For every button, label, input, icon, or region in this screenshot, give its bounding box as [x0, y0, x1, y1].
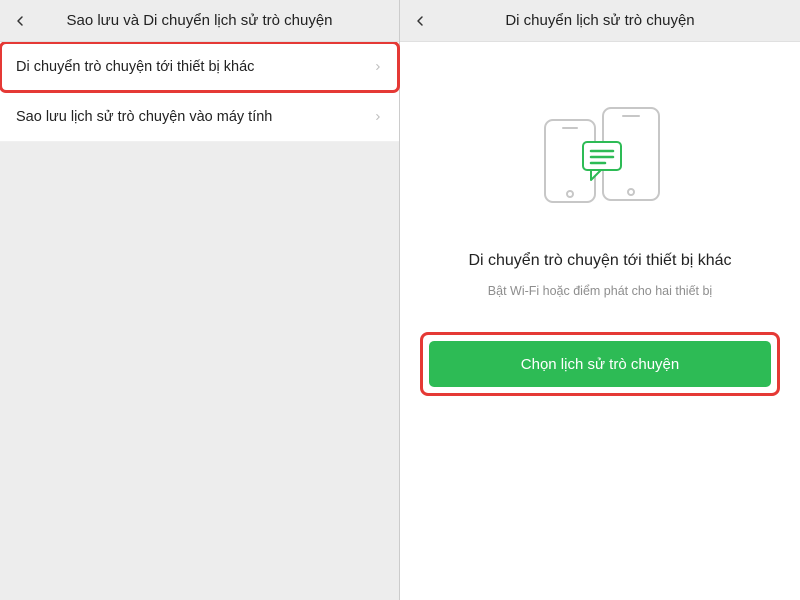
back-button[interactable]	[0, 0, 40, 42]
button-label: Chọn lịch sử trò chuyện	[521, 356, 679, 373]
right-screen: Di chuyển lịch sử trò chuyện	[400, 0, 800, 600]
devices-illustration-icon	[525, 102, 675, 212]
right-header-title: Di chuyển lịch sử trò chuyện	[400, 12, 800, 29]
row-label: Sao lưu lịch sử trò chuyện vào máy tính	[16, 109, 272, 125]
left-empty-area	[0, 142, 399, 600]
back-button[interactable]	[400, 0, 440, 42]
chevron-left-icon	[412, 13, 428, 29]
chevron-right-icon	[373, 61, 383, 73]
row-label: Di chuyển trò chuyện tới thiết bị khác	[16, 59, 254, 75]
left-screen: Sao lưu và Di chuyển lịch sử trò chuyện …	[0, 0, 400, 600]
highlight-box: Chọn lịch sử trò chuyện	[420, 332, 780, 396]
settings-list: Di chuyển trò chuyện tới thiết bị khác S…	[0, 42, 399, 142]
chevron-left-icon	[12, 13, 28, 29]
migrate-title: Di chuyển trò chuyện tới thiết bị khác	[468, 252, 731, 270]
row-migrate-to-device[interactable]: Di chuyển trò chuyện tới thiết bị khác	[0, 42, 399, 92]
right-content: Di chuyển trò chuyện tới thiết bị khác B…	[400, 42, 800, 600]
left-header: Sao lưu và Di chuyển lịch sử trò chuyện	[0, 0, 399, 42]
right-header: Di chuyển lịch sử trò chuyện	[400, 0, 800, 42]
left-header-title: Sao lưu và Di chuyển lịch sử trò chuyện	[0, 12, 399, 29]
migrate-subtitle: Bật Wi-Fi hoặc điểm phát cho hai thiết b…	[488, 284, 712, 298]
row-backup-to-pc[interactable]: Sao lưu lịch sử trò chuyện vào máy tính	[0, 92, 399, 142]
chevron-right-icon	[373, 111, 383, 123]
select-chat-history-button[interactable]: Chọn lịch sử trò chuyện	[429, 341, 771, 387]
